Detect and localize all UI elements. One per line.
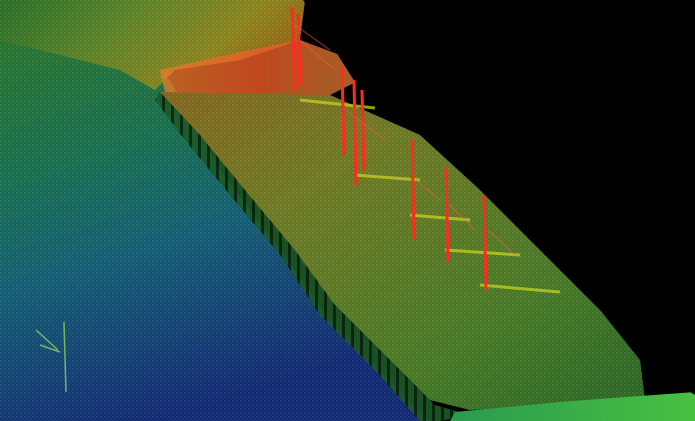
point-cloud-viewport[interactable]	[0, 0, 695, 421]
